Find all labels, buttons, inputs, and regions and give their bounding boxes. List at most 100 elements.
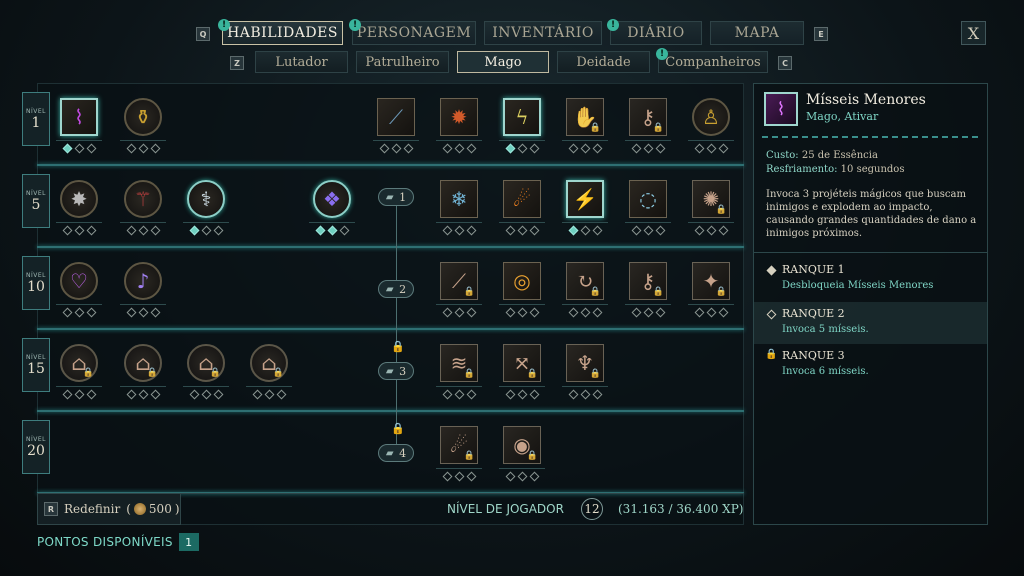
locked-spiral-icon[interactable]: ↻ 🔒 [566, 262, 604, 300]
rank-pips [625, 306, 671, 318]
rank-pip [466, 307, 476, 317]
subtab-deidade[interactable]: Deidade [557, 51, 650, 73]
lock-icon: 🔒 [715, 287, 727, 297]
fire-ring-icon[interactable]: ◎ [503, 262, 541, 300]
crimson-wand-icon[interactable]: ⚚ [124, 180, 162, 218]
lock-icon: 🔒 [589, 287, 601, 297]
book-icon: ▰ [385, 365, 394, 377]
subtab-companheiros[interactable]: Companheiros [658, 51, 768, 73]
locked-wand-icon[interactable]: ⚷ 🔒 [629, 98, 667, 136]
rank-pip [74, 225, 84, 235]
locked-shatter-icon[interactable]: ✺ 🔒 [692, 180, 730, 218]
subtab-patrulheiro[interactable]: Patrulheiro [356, 51, 449, 73]
golden-figure-icon[interactable]: ♙ [692, 98, 730, 136]
prev-subtab-key[interactable]: Z [230, 56, 244, 70]
rank-underline [499, 140, 545, 141]
locked-shrine-icon[interactable]: ⌂ 🔒 [250, 344, 288, 382]
claw-slash-icon[interactable]: ⟋ [377, 98, 415, 136]
level-number: 1 [31, 114, 41, 131]
rank-pip [315, 225, 325, 235]
locked-rune-icon[interactable]: ◉ 🔒 [503, 426, 541, 464]
fireball-icon[interactable]: ☄ [503, 180, 541, 218]
next-tab-key[interactable]: E [814, 27, 828, 41]
locked-lantern-icon[interactable]: ✦ 🔒 [692, 262, 730, 300]
tab-inventario[interactable]: INVENTÁRIO [484, 21, 602, 45]
locked-shrine-icon[interactable]: ⌂ 🔒 [187, 344, 225, 382]
passive-book-node[interactable]: ▰ 4 [378, 444, 414, 462]
arcane-tentacles-icon[interactable]: ⌇ [60, 98, 98, 136]
prev-tab-key[interactable]: Q [196, 27, 210, 41]
rank-underline [688, 304, 734, 305]
passive-book-node[interactable]: ▰ 1 [378, 188, 414, 206]
rank-pip [86, 143, 96, 153]
locked-claws-icon[interactable]: ⟋ 🔒 [440, 262, 478, 300]
rank-pips [436, 142, 482, 154]
tab-diario[interactable]: DIÁRIO [610, 21, 702, 45]
locked-arrows-icon[interactable]: ⤧ 🔒 [503, 344, 541, 382]
tab-personagem[interactable]: PERSONAGEM [352, 21, 476, 45]
close-button[interactable]: X [961, 21, 986, 45]
spike-burst-icon[interactable]: ✸ [60, 180, 98, 218]
rank-pip [403, 143, 413, 153]
locked-totem-icon[interactable]: ♆ 🔒 [566, 344, 604, 382]
frost-staff-icon[interactable]: ⚕ [187, 180, 225, 218]
lightning-chain-icon[interactable]: ⚡ [566, 180, 604, 218]
cooldown-value: 10 segundos [840, 164, 905, 175]
rank-pip [86, 225, 96, 235]
spellbook-icon[interactable]: ❖ [313, 180, 351, 218]
passive-book-node[interactable]: ▰ 3 [378, 362, 414, 380]
rank-pip [505, 143, 515, 153]
lock-icon: 🔒 [526, 369, 538, 379]
cost-value: 25 de Essência [801, 150, 878, 161]
passive-book-node[interactable]: ▰ 2 [378, 280, 414, 298]
locked-shrine-icon[interactable]: ⌂ 🔒 [60, 344, 98, 382]
rank-2-row[interactable]: RANQUE 2 Invoca 5 mísseis. [754, 302, 987, 344]
level-number: 5 [31, 196, 41, 213]
rank-underline [120, 386, 166, 387]
locked-hand-icon[interactable]: ✋ 🔒 [566, 98, 604, 136]
locked-staff-icon[interactable]: ⚷ 🔒 [629, 262, 667, 300]
rank-pip [442, 225, 452, 235]
locked-wave-icon[interactable]: ≋ 🔒 [440, 344, 478, 382]
rank-underline [120, 140, 166, 141]
golden-armor-icon[interactable]: ⚱ [124, 98, 162, 136]
rank-underline [309, 222, 355, 223]
locked-shrine-icon[interactable]: ⌂ 🔒 [124, 344, 162, 382]
passive-number: 3 [399, 364, 407, 378]
skill-subtitle: Mago, Ativar [806, 110, 879, 123]
frost-ring-icon[interactable]: ◌ [629, 180, 667, 218]
fan-fire-icon[interactable]: ✹ [440, 98, 478, 136]
subtab-lutador[interactable]: Lutador [255, 51, 348, 73]
level-word: NÍVEL [26, 189, 46, 197]
lock-icon: 🔒 [715, 205, 727, 215]
subtab-mago[interactable]: Mago [457, 51, 549, 73]
rank-pips [120, 388, 166, 400]
reset-cost-box: ( 500 ) [126, 502, 179, 516]
locked-meteor-icon[interactable]: ☄ 🔒 [440, 426, 478, 464]
rank-pip [150, 307, 160, 317]
rank-pip [201, 225, 211, 235]
rank-3-row[interactable]: 🔒 RANQUE 3 Invoca 6 mísseis. [754, 346, 987, 386]
notification-badge: ! [349, 19, 361, 31]
rank-underline [499, 468, 545, 469]
arcane-heart-icon[interactable]: ♡ [60, 262, 98, 300]
rank-pip [529, 225, 539, 235]
rank-1-row[interactable]: RANQUE 1 Desbloqueia Mísseis Menores [754, 260, 987, 300]
rank-pip [189, 225, 199, 235]
tab-mapa[interactable]: MAPA [710, 21, 804, 45]
ice-shards-icon[interactable]: ❄ [440, 180, 478, 218]
tab-habilidades[interactable]: HABILIDADES [222, 21, 343, 45]
rank-pips [562, 224, 608, 236]
rank-pip [505, 225, 515, 235]
rank-underline [499, 304, 545, 305]
rank-pip [62, 389, 72, 399]
arcane-swirl-icon[interactable]: ♪ [124, 262, 162, 300]
rank-underline [120, 222, 166, 223]
rank-pip [568, 389, 578, 399]
reset-button[interactable]: R Redefinir ( 500 ) [37, 493, 181, 525]
rank-underline [56, 304, 102, 305]
lightning-bolts-icon[interactable]: ϟ [503, 98, 541, 136]
rank-pip [580, 225, 590, 235]
rank-pips [373, 142, 419, 154]
next-subtab-key[interactable]: C [778, 56, 792, 70]
